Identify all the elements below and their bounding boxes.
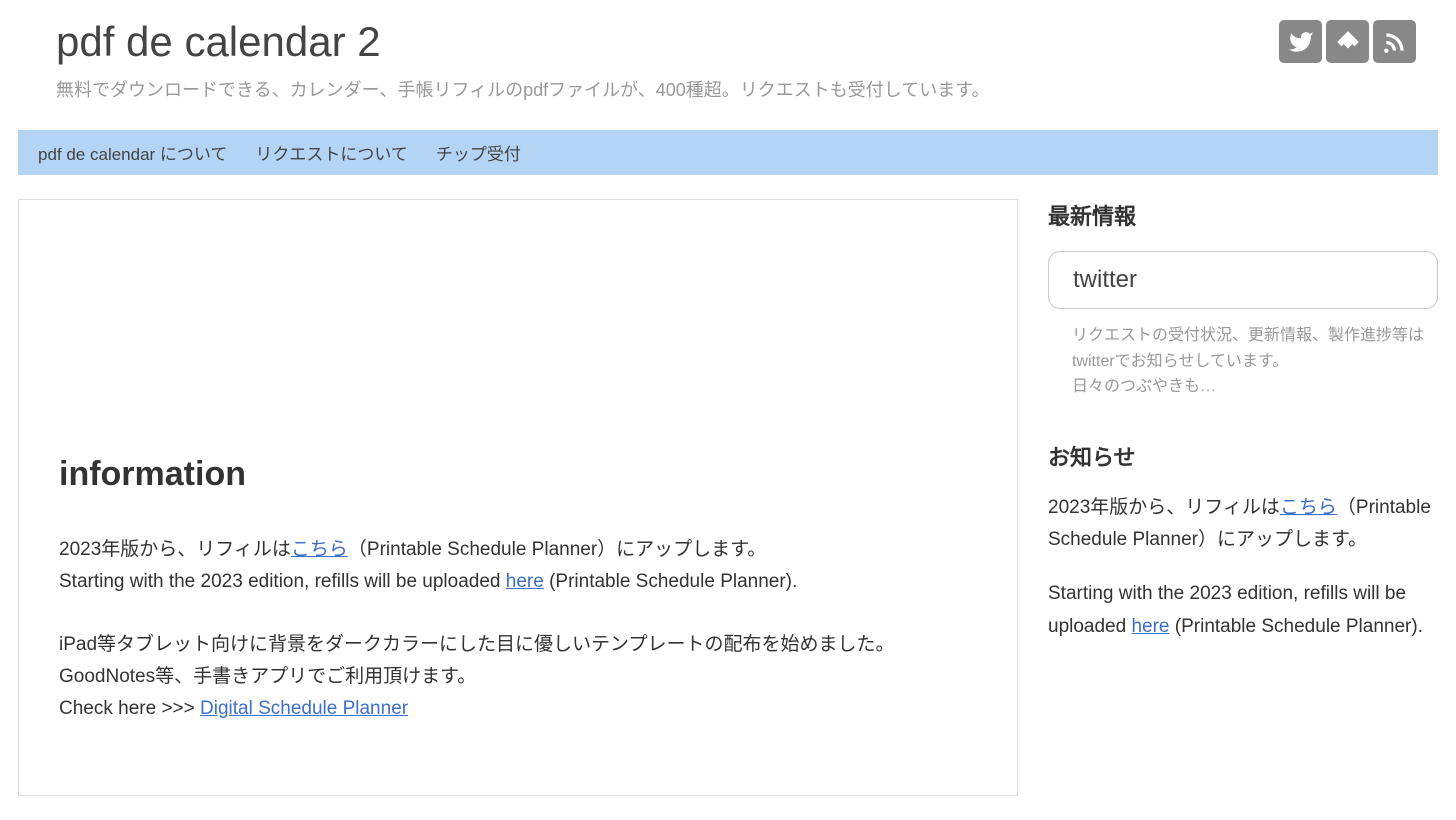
notice-link-kochira[interactable]: こちら [1280, 497, 1337, 518]
notice-para-2: Starting with the 2023 edition, refills … [1048, 578, 1438, 643]
info-text: iPad等タブレット向けに背景をダークカラーにした目に優しいテンプレートの配布を… [59, 634, 894, 687]
nav-item-tip[interactable]: チップ受付 [436, 140, 521, 165]
twitter-icon[interactable] [1279, 20, 1322, 63]
info-text: 2023年版から、リフィルは [59, 539, 291, 560]
info-text: （Printable Schedule Planner）にアップします。 [348, 539, 766, 560]
twitter-link-box[interactable]: twitter [1048, 251, 1438, 309]
twitter-description: リクエストの受付状況、更新情報、製作進捗等はtwitterでお知らせしています。… [1048, 323, 1438, 400]
info-heading: information [59, 455, 977, 494]
sidebar-notice: お知らせ 2023年版から、リフィルはこちら（Printable Schedul… [1048, 440, 1438, 643]
notice-heading: お知らせ [1048, 440, 1438, 472]
sidebar: 最新情報 twitter リクエストの受付状況、更新情報、製作進捗等はtwitt… [1048, 199, 1438, 796]
notice-text: (Printable Schedule Planner). [1170, 616, 1423, 637]
sidebar-latest: 最新情報 twitter リクエストの受付状況、更新情報、製作進捗等はtwitt… [1048, 199, 1438, 400]
nav-bar: pdf de calendar について リクエストについて チップ受付 [18, 130, 1438, 175]
twitter-desc-text: 日々のつぶやきも… [1072, 378, 1216, 395]
site-subtitle: 無料でダウンロードできる、カレンダー、手帳リフィルのpdfファイルが、400種超… [56, 76, 1279, 102]
main-content: information 2023年版から、リフィルはこちら（Printable … [18, 199, 1018, 796]
site-title: pdf de calendar 2 [56, 18, 1279, 66]
link-kochira[interactable]: こちら [291, 539, 348, 560]
info-text: (Printable Schedule Planner). [544, 571, 797, 592]
info-para-2: iPad等タブレット向けに背景をダークカラーにした目に優しいテンプレートの配布を… [59, 629, 977, 726]
rss-icon[interactable] [1373, 20, 1416, 63]
info-text: Check here >>> [59, 698, 200, 719]
twitter-desc-text: リクエストの受付状況、更新情報、製作進捗等はtwitterでお知らせしています。 [1072, 327, 1424, 370]
ad-spacer [59, 240, 977, 455]
header-icons [1279, 20, 1416, 63]
link-here[interactable]: here [506, 571, 544, 592]
nav-item-about[interactable]: pdf de calendar について [38, 140, 227, 165]
info-para-1: 2023年版から、リフィルはこちら（Printable Schedule Pla… [59, 534, 977, 599]
info-text: Starting with the 2023 edition, refills … [59, 571, 506, 592]
notice-text: 2023年版から、リフィルは [1048, 497, 1280, 518]
notice-link-here[interactable]: here [1131, 616, 1169, 637]
latest-heading: 最新情報 [1048, 199, 1438, 231]
notice-para-1: 2023年版から、リフィルはこちら（Printable Schedule Pla… [1048, 492, 1438, 557]
link-digital-planner[interactable]: Digital Schedule Planner [200, 698, 408, 719]
feedly-icon[interactable] [1326, 20, 1369, 63]
nav-item-request[interactable]: リクエストについて [255, 140, 408, 165]
